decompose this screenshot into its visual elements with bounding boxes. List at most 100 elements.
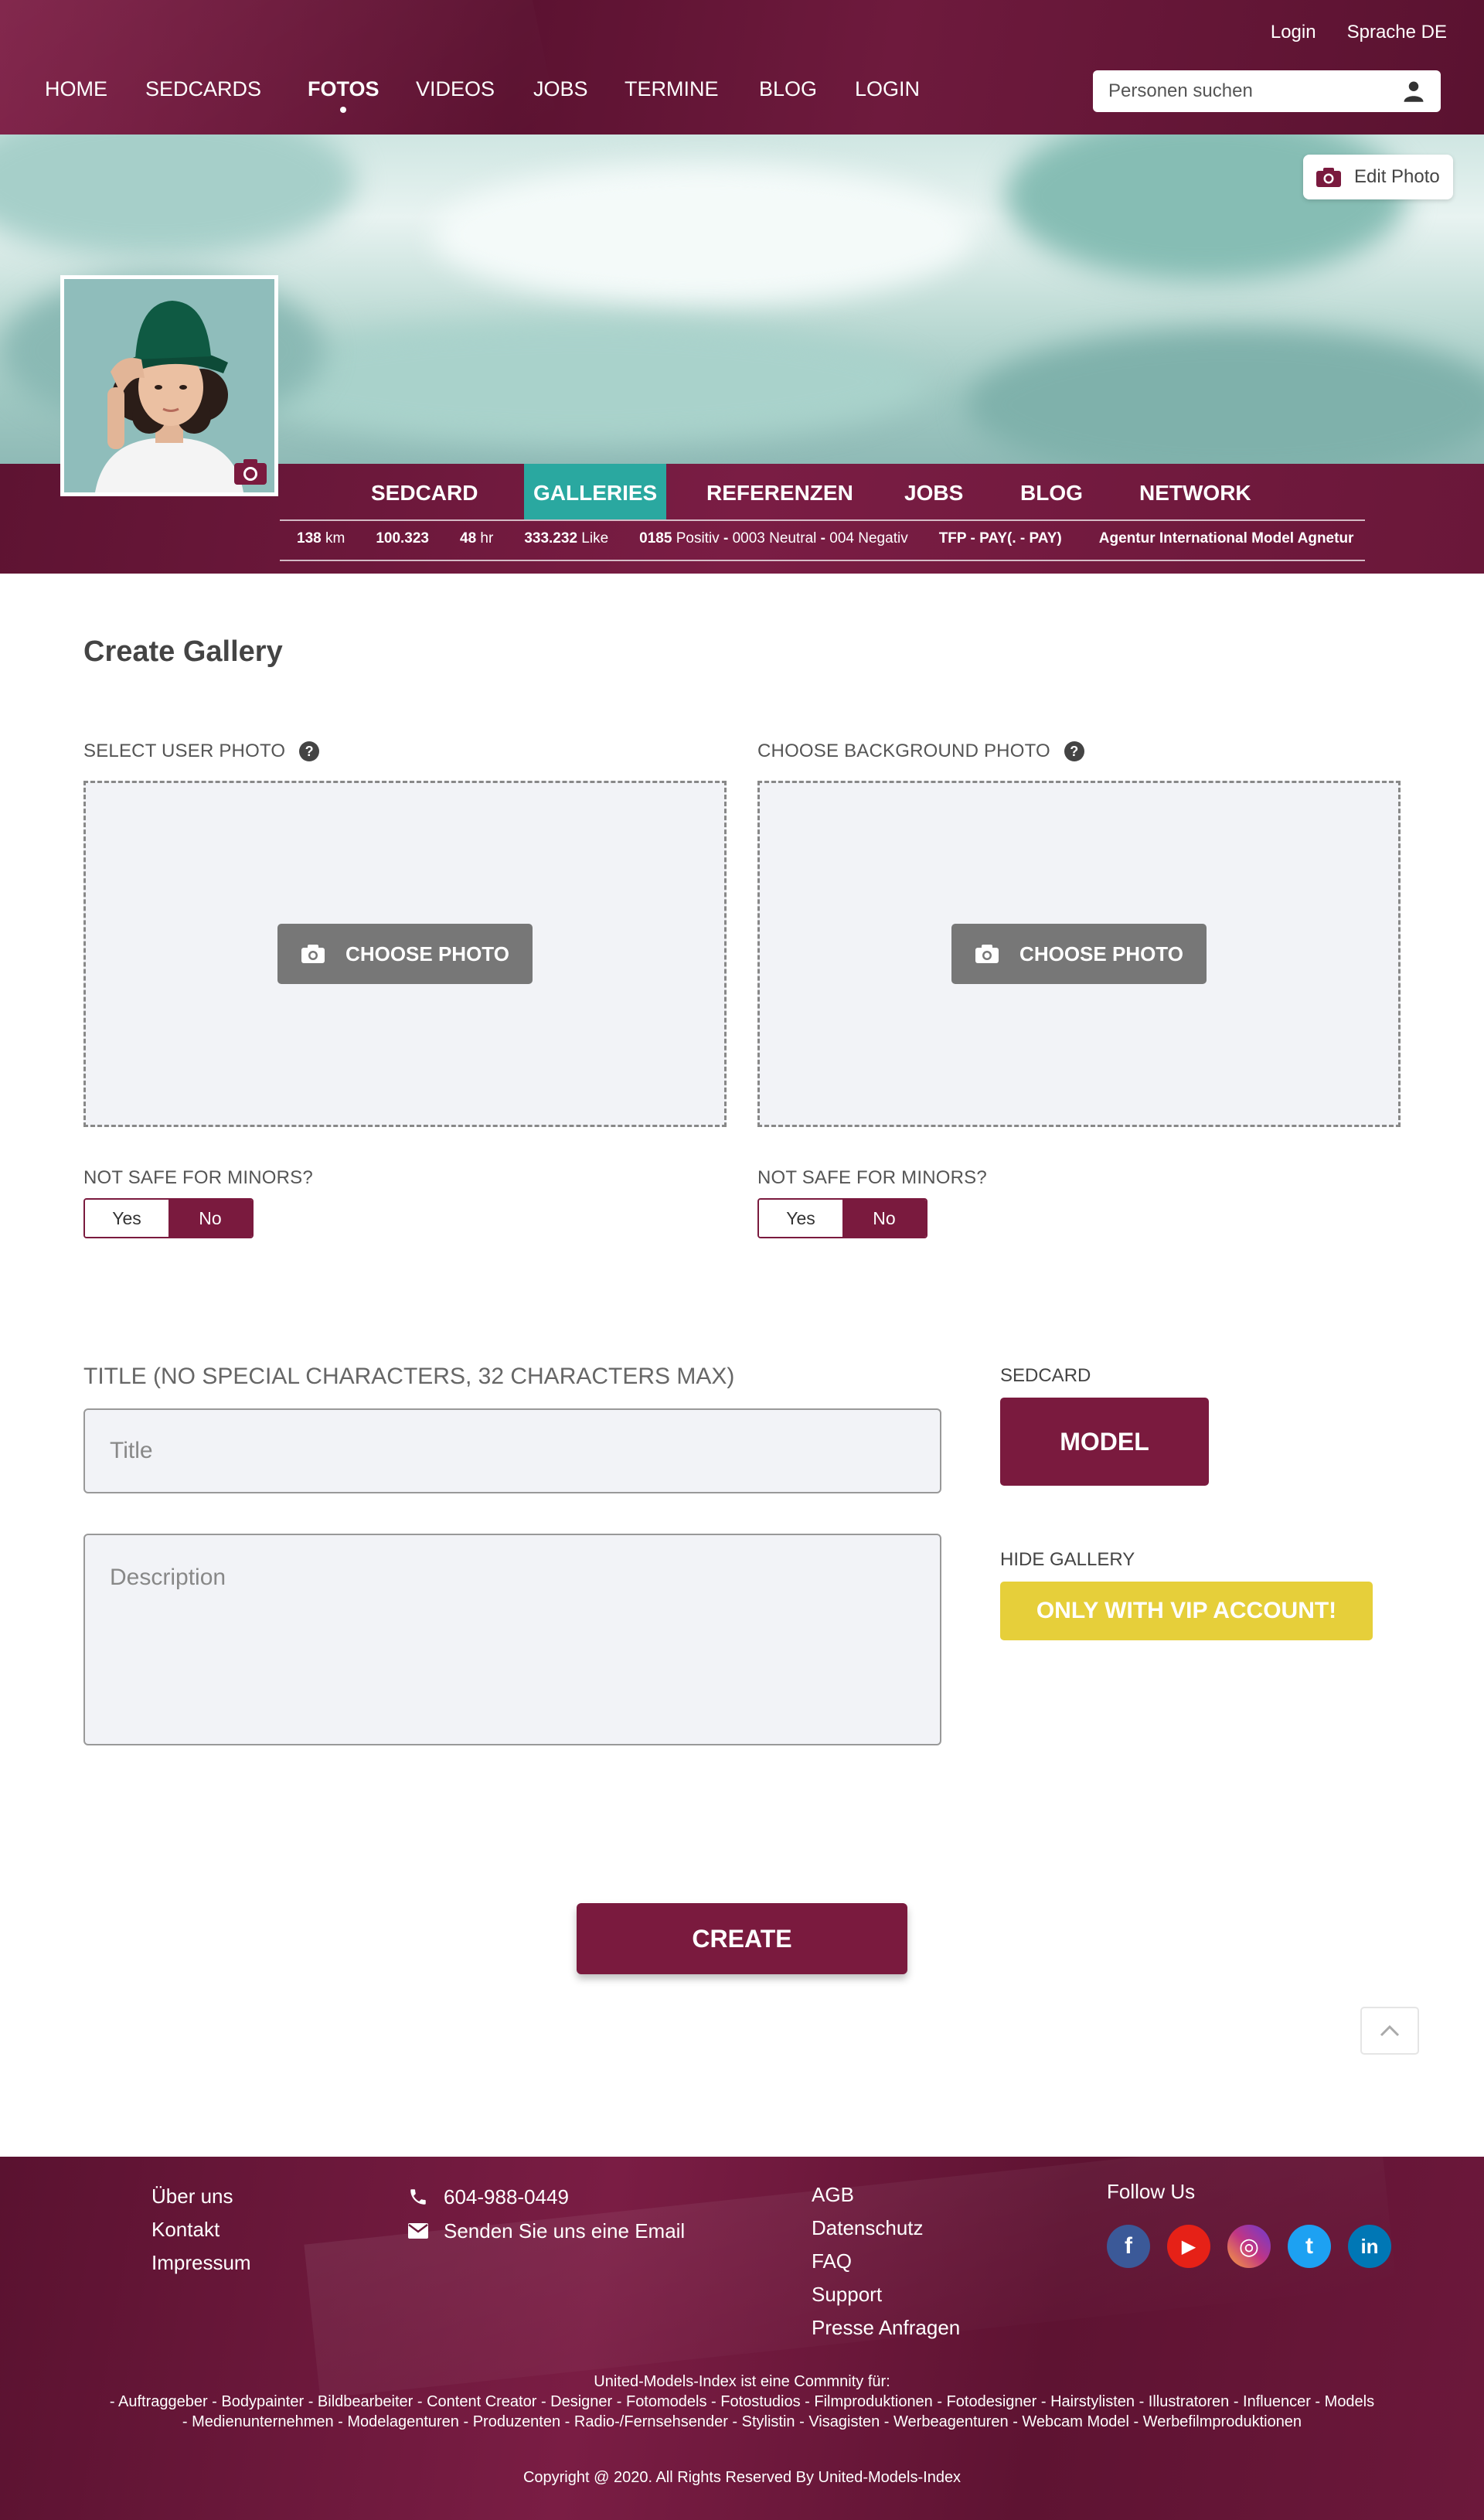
choose-user-photo-button[interactable]: CHOOSE PHOTO: [277, 924, 533, 984]
chevron-up-icon: [1380, 2025, 1400, 2037]
cover-texture: [0, 135, 356, 258]
footer-col-contact: 604-988-0449 Senden Sie uns eine Email: [408, 2180, 685, 2248]
stat-neutral-unit: Neutral: [769, 530, 817, 547]
nav-blog[interactable]: BLOG: [759, 77, 817, 101]
footer-col-info: AGB Datenschutz FAQ Support Presse Anfra…: [812, 2178, 960, 2345]
profile-avatar: [60, 275, 278, 496]
background-nsfw-toggle: Yes No: [757, 1198, 928, 1238]
avatar-photo: [64, 279, 274, 492]
login-link[interactable]: Login: [1271, 22, 1316, 43]
tab-referenzen[interactable]: REFERENZEN: [697, 464, 863, 519]
mail-icon: [408, 2223, 428, 2239]
follow-us-label: Follow Us: [1107, 2180, 1196, 2203]
footer-link-faq[interactable]: FAQ: [812, 2245, 960, 2278]
vip-account-button[interactable]: ONLY WITH VIP ACCOUNT!: [1000, 1582, 1373, 1640]
site-header: Login Sprache DE HOME SEDCARDS FOTOS VID…: [0, 0, 1484, 135]
stat-positive-unit: Positiv: [676, 530, 720, 547]
profile-stats: 138 km 100.323 48 hr 333.232 Like 0185 P…: [297, 530, 1353, 547]
phone-icon: [410, 2189, 426, 2205]
nsfw-no-option[interactable]: No: [168, 1200, 252, 1237]
stat-tfp: TFP - PAY(. - PAY): [938, 530, 1062, 547]
phone-number: 604-988-0449: [444, 2185, 569, 2208]
footer-link-contact[interactable]: Kontakt: [151, 2213, 251, 2246]
stat-agency: Agentur International Model Agnetur: [1098, 530, 1354, 547]
scroll-to-top-button[interactable]: [1360, 2007, 1419, 2055]
nsfw-yes-option[interactable]: Yes: [85, 1200, 168, 1237]
footer-link-support[interactable]: Support: [812, 2278, 960, 2311]
tab-network[interactable]: NETWORK: [1130, 464, 1261, 519]
camera-icon: [975, 945, 999, 963]
tab-blog[interactable]: BLOG: [1011, 464, 1092, 519]
user-photo-dropzone[interactable]: CHOOSE PHOTO: [83, 781, 727, 1127]
social-links: f ▶ ◎ t in: [1107, 2225, 1391, 2268]
nav-termine[interactable]: TERMINE: [625, 77, 719, 101]
nav-jobs[interactable]: JOBS: [533, 77, 588, 101]
tab-sedcard[interactable]: SEDCARD: [362, 464, 487, 519]
nav-sedcards[interactable]: SEDCARDS: [145, 77, 261, 101]
youtube-icon[interactable]: ▶: [1167, 2225, 1210, 2268]
edit-photo-button[interactable]: Edit Photo: [1303, 155, 1453, 199]
choose-photo-label: CHOOSE PHOTO: [1019, 942, 1183, 965]
search-input[interactable]: [1108, 80, 1402, 102]
stat-distance: 138 km: [297, 530, 345, 547]
sedcard-model-button[interactable]: MODEL: [1000, 1398, 1209, 1486]
choose-background-photo-button[interactable]: CHOOSE PHOTO: [951, 924, 1207, 984]
footer-email[interactable]: Senden Sie uns eine Email: [408, 2214, 685, 2248]
nsfw-yes-option[interactable]: Yes: [759, 1200, 842, 1237]
nav-login[interactable]: LOGIN: [855, 77, 920, 101]
page-title: Create Gallery: [83, 635, 283, 668]
community-intro: United-Models-Index ist eine Commnity fü…: [594, 2373, 890, 2390]
cover-texture: [433, 165, 974, 305]
footer-link-agb[interactable]: AGB: [812, 2178, 960, 2212]
footer-link-imprint[interactable]: Impressum: [151, 2246, 251, 2280]
camera-icon: [301, 945, 325, 963]
nsfw-no-option[interactable]: No: [842, 1200, 926, 1237]
stat-neutral-value: 0003: [732, 530, 765, 547]
nav-fotos-label: FOTOS: [308, 77, 380, 100]
nav-videos[interactable]: VIDEOS: [416, 77, 495, 101]
stat-hours-value: 48: [460, 530, 477, 547]
stat-distance-unit: km: [325, 530, 345, 547]
community-line-1: - Auftraggeber - Bodypainter - Bildbearb…: [109, 2393, 1375, 2410]
linkedin-icon[interactable]: in: [1348, 2225, 1391, 2268]
footer-link-about[interactable]: Über uns: [151, 2180, 251, 2213]
description-input[interactable]: [83, 1534, 941, 1745]
title-input[interactable]: [83, 1408, 941, 1493]
nav-home[interactable]: HOME: [45, 77, 107, 101]
facebook-icon[interactable]: f: [1107, 2225, 1150, 2268]
stat-likes-value: 333.232: [524, 530, 578, 547]
site-footer: Über uns Kontakt Impressum 604-988-0449 …: [0, 2157, 1484, 2520]
stat-positive-value: 0185: [639, 530, 672, 547]
cover-texture: [232, 320, 928, 444]
language-link[interactable]: Sprache DE: [1347, 22, 1447, 43]
help-icon[interactable]: ?: [299, 741, 320, 761]
user-photo-label: SELECT USER PHOTO ?: [83, 741, 320, 762]
tab-galleries[interactable]: GALLERIES: [524, 464, 667, 519]
user-photo-label-text: SELECT USER PHOTO: [83, 741, 286, 761]
stat-hours-unit: hr: [480, 530, 494, 547]
create-button[interactable]: CREATE: [577, 1903, 907, 1974]
person-icon[interactable]: [1402, 80, 1425, 103]
footer-link-press[interactable]: Presse Anfragen: [812, 2311, 960, 2345]
choose-photo-label: CHOOSE PHOTO: [345, 942, 509, 965]
stat-views: 100.323: [376, 530, 429, 547]
community-line-2: - Medienunternehmen - Modelagenturen - P…: [182, 2413, 1302, 2430]
edit-photo-label: Edit Photo: [1354, 166, 1440, 187]
background-photo-dropzone[interactable]: CHOOSE PHOTO: [757, 781, 1401, 1127]
email-text: Senden Sie uns eine Email: [444, 2219, 686, 2242]
footer-link-privacy[interactable]: Datenschutz: [812, 2212, 960, 2245]
instagram-icon[interactable]: ◎: [1227, 2225, 1271, 2268]
nav-fotos[interactable]: FOTOS: [308, 77, 380, 113]
background-photo-label: CHOOSE BACKGROUND PHOTO ?: [757, 741, 1084, 762]
tab-jobs[interactable]: JOBS: [895, 464, 972, 519]
footer-phone[interactable]: 604-988-0449: [408, 2180, 685, 2214]
sedcard-label: SEDCARD: [1000, 1365, 1091, 1386]
stat-distance-value: 138: [297, 530, 322, 547]
twitter-icon[interactable]: t: [1288, 2225, 1331, 2268]
change-avatar-camera-icon[interactable]: [233, 457, 268, 486]
background-photo-label-text: CHOOSE BACKGROUND PHOTO: [757, 741, 1050, 761]
help-icon[interactable]: ?: [1064, 741, 1084, 761]
community-text: United-Models-Index ist eine Commnity fü…: [0, 2372, 1484, 2432]
background-nsfw-label: NOT SAFE FOR MINORS?: [757, 1167, 987, 1188]
stat-hours: 48 hr: [460, 530, 493, 547]
